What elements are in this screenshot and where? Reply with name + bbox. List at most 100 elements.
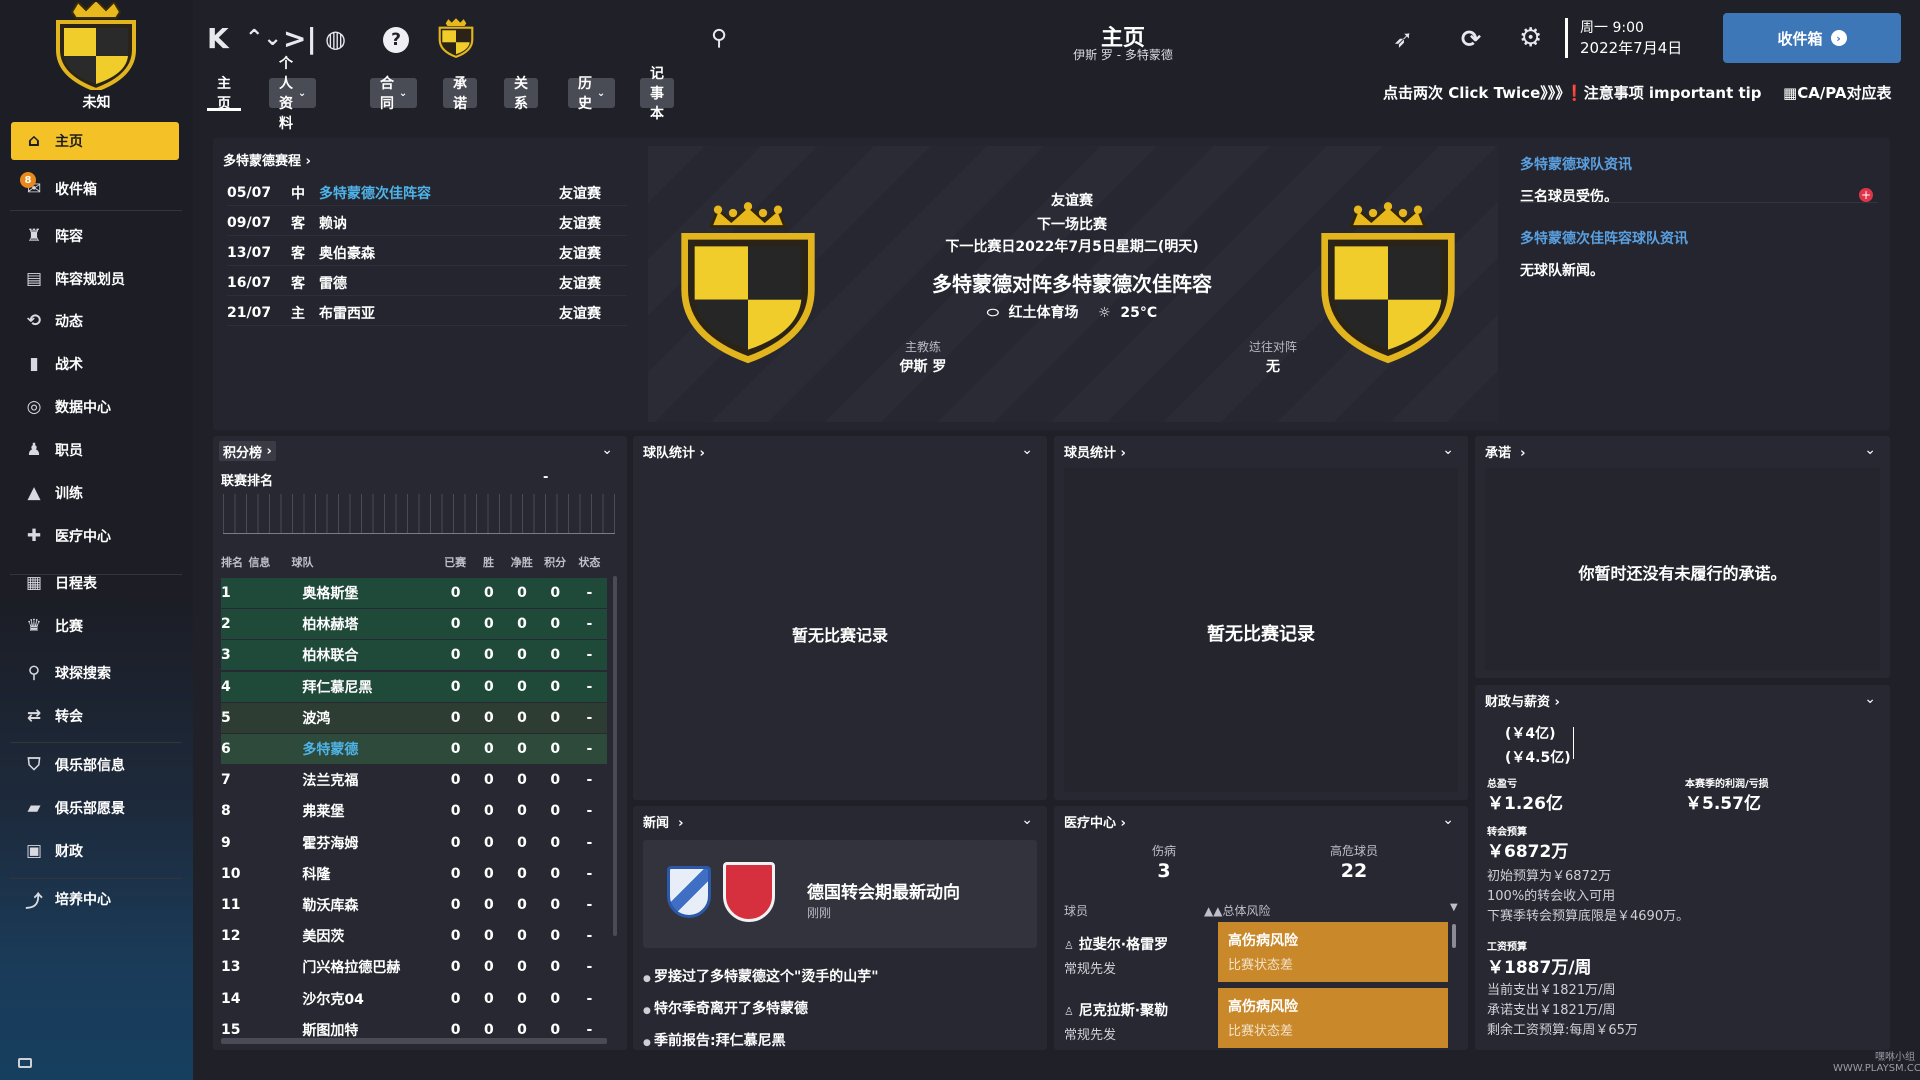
high-risk-count[interactable]: 22: [1294, 860, 1414, 882]
league-table-row[interactable]: 3 柏林联合 0 0 0 0 -: [221, 640, 607, 671]
news-item[interactable]: ● 特尔季奇离开了多特蒙德: [643, 998, 808, 1018]
tab-notebook[interactable]: 记事本: [640, 66, 674, 122]
refresh-icon[interactable]: ⟳: [1461, 25, 1481, 53]
finance-title[interactable]: 财政与薪资 ›: [1485, 691, 1560, 710]
news-item[interactable]: ● 罗接过了多特蒙德这个"烫手的山芋": [643, 966, 879, 986]
tab-profile[interactable]: 个人资料 ⌄: [269, 56, 317, 132]
chevron-down-icon[interactable]: ⌄: [1442, 812, 1454, 828]
chevron-down-icon[interactable]: ⌄: [1021, 442, 1033, 458]
capa-tip[interactable]: ▦CA/PA对应表: [1783, 82, 1892, 103]
back-icon[interactable]: K: [207, 22, 229, 55]
row-team[interactable]: 勒沃库森: [302, 895, 439, 915]
injury-alert-icon[interactable]: +: [1859, 188, 1873, 202]
sidebar-item-training[interactable]: ▲ 训练: [11, 474, 179, 512]
chevron-down-icon[interactable]: ⌄: [1864, 691, 1876, 707]
medical-player[interactable]: ♙ 尼克拉斯·聚勒 常规先发: [1064, 1000, 1168, 1043]
click-twice-tip[interactable]: 点击两次 Click Twice》》》: [1383, 82, 1570, 103]
league-table-row[interactable]: 14 沙尔克04 0 0 0 0 -: [221, 984, 607, 1014]
reserve-news-title[interactable]: 多特蒙德次佳阵容球队资讯: [1520, 228, 1688, 248]
tab-promises[interactable]: 承诺: [443, 76, 477, 112]
club-header[interactable]: 未知: [0, 0, 193, 112]
sidebar-item-medical[interactable]: ✚ 医疗中心: [11, 517, 179, 555]
sidebar-item-home[interactable]: ⌂ 主页: [11, 122, 179, 160]
sidebar-item-staff[interactable]: ♟ 职员: [11, 431, 179, 469]
league-table-row[interactable]: 5 波鸿 0 0 0 0 -: [221, 702, 607, 733]
medical-player[interactable]: ♙ 拉斐尔·格雷罗 常规先发: [1064, 934, 1168, 977]
sidebar-item-clipboard[interactable]: ▤ 阵容规划员: [11, 260, 179, 298]
next-match-fixture[interactable]: 多特蒙德对阵多特蒙德次佳阵容: [648, 268, 1496, 297]
league-table-row[interactable]: 11 勒沃库森 0 0 0 0 -: [221, 890, 607, 920]
coach-name[interactable]: 伊斯 罗: [863, 356, 983, 376]
tab-history[interactable]: 历史 ⌄: [568, 76, 616, 112]
medical-title[interactable]: 医疗中心 ›: [1064, 812, 1126, 831]
row-team[interactable]: 法兰克福: [302, 770, 439, 790]
help-icon[interactable]: ?: [383, 27, 409, 53]
club-news-title[interactable]: 多特蒙德球队资讯: [1520, 154, 1632, 174]
col-gd[interactable]: 净胜: [505, 554, 538, 572]
league-table-row[interactable]: 10 科隆 0 0 0 0 -: [221, 859, 607, 889]
league-table-row[interactable]: 13 门兴格拉德巴赫 0 0 0 0 -: [221, 952, 607, 982]
fixture-row[interactable]: 09/07 客赖讷 友谊赛: [227, 210, 627, 236]
chevron-down-icon[interactable]: ⌄: [1021, 812, 1033, 828]
chevron-down-icon[interactable]: ⌄: [601, 442, 613, 458]
chevron-down-icon[interactable]: ⌄: [1864, 442, 1876, 458]
important-tip[interactable]: ❗注意事项 important tip: [1565, 82, 1762, 103]
row-team[interactable]: 美因茨: [302, 926, 439, 946]
league-hscroll[interactable]: [221, 1038, 607, 1044]
col-team[interactable]: 球队: [292, 554, 439, 572]
sidebar-item-data[interactable]: ◎ 数据中心: [11, 388, 179, 426]
row-team[interactable]: 柏林联合: [302, 645, 439, 665]
row-team[interactable]: 弗莱堡: [302, 801, 439, 821]
row-team[interactable]: 科隆: [302, 864, 439, 884]
row-team[interactable]: 门兴格拉德巴赫: [302, 957, 439, 977]
row-team[interactable]: 霍芬海姆: [302, 833, 439, 853]
gear-icon[interactable]: ⚙: [1519, 23, 1542, 53]
promises-title[interactable]: 承诺 ›: [1485, 442, 1525, 461]
row-team[interactable]: 波鸿: [302, 708, 439, 728]
tab-contract[interactable]: 合同 ⌄: [370, 76, 418, 112]
risk-badge[interactable]: 高伤病风险 比赛状态差: [1218, 922, 1448, 982]
news-title[interactable]: 新闻 ›: [643, 812, 683, 831]
fixture-row[interactable]: 13/07 客奥伯豪森 友谊赛: [227, 240, 627, 266]
col-overall-risk[interactable]: ▲▲总体风险: [1204, 902, 1270, 919]
row-team[interactable]: 斯图加特: [302, 1020, 439, 1040]
medical-scrollbar[interactable]: [1452, 924, 1456, 948]
fixture-opponent[interactable]: 雷德: [319, 273, 559, 293]
league-table-row[interactable]: 2 柏林赫塔 0 0 0 0 -: [221, 609, 607, 640]
fixture-row[interactable]: 05/07 中多特蒙德次佳阵容 友谊赛: [227, 180, 627, 206]
sidebar-item-search[interactable]: ⚲ 球探搜索: [11, 654, 179, 692]
tab-home[interactable]: 主页: [207, 76, 241, 112]
row-team[interactable]: 多特蒙德: [302, 739, 439, 759]
fixture-opponent[interactable]: 多特蒙德次佳阵容: [319, 183, 559, 203]
sidebar-item-finance[interactable]: ▣ 财政: [11, 832, 179, 870]
col-points[interactable]: 积分: [538, 554, 571, 572]
transfer-budget-value[interactable]: ￥6872万: [1487, 837, 1568, 862]
sidebar-item-calendar[interactable]: ▦ 日程表: [11, 564, 179, 602]
news-item[interactable]: ● 季前报告:拜仁慕尼黑: [643, 1030, 786, 1050]
col-info[interactable]: 信息: [248, 554, 291, 572]
sort-down-icon[interactable]: ▼: [1450, 902, 1458, 913]
profit-value[interactable]: ￥1.26亿: [1487, 789, 1563, 814]
sidebar-item-dynamics[interactable]: ⟲ 动态: [11, 302, 179, 340]
sidebar-item-tactics[interactable]: ▮ 战术: [11, 345, 179, 383]
wage-budget-value[interactable]: ￥1887万/周: [1487, 953, 1592, 978]
news-headline-card[interactable]: 德国转会期最新动向 刚刚: [643, 840, 1037, 948]
risk-badge[interactable]: 高伤病风险 比赛状态差: [1218, 988, 1448, 1048]
sidebar-footer-icon[interactable]: [18, 1058, 32, 1068]
sidebar-item-shirt[interactable]: ♜ 阵容: [11, 217, 179, 255]
row-team[interactable]: 沙尔克04: [302, 989, 439, 1009]
league-table-row[interactable]: 8 弗莱堡 0 0 0 0 -: [221, 796, 607, 826]
fixtures-title[interactable]: 多特蒙德赛程 ›: [223, 150, 311, 169]
tab-relations[interactable]: 关系: [504, 76, 538, 112]
player-stats-title[interactable]: 球员统计 ›: [1064, 442, 1126, 461]
league-title-button[interactable]: 积分榜 ›: [219, 441, 276, 461]
fixture-row[interactable]: 21/07 主布雷西亚 友谊赛: [227, 300, 627, 326]
search-icon[interactable]: ⚲: [711, 26, 727, 51]
league-table-row[interactable]: 1 奥格斯堡 0 0 0 0 -: [221, 578, 607, 608]
sidebar-item-vision[interactable]: ▰ 俱乐部愿景: [11, 789, 179, 827]
league-table-row[interactable]: 6 多特蒙德 0 0 0 0 -: [221, 734, 607, 764]
sidebar-item-development[interactable]: ⤴ 培养中心: [11, 880, 179, 918]
fixture-row[interactable]: 16/07 客雷德 友谊赛: [227, 270, 627, 296]
forward-icon[interactable]: >|: [283, 22, 317, 55]
sidebar-item-trophy[interactable]: ♛ 比赛: [11, 607, 179, 645]
